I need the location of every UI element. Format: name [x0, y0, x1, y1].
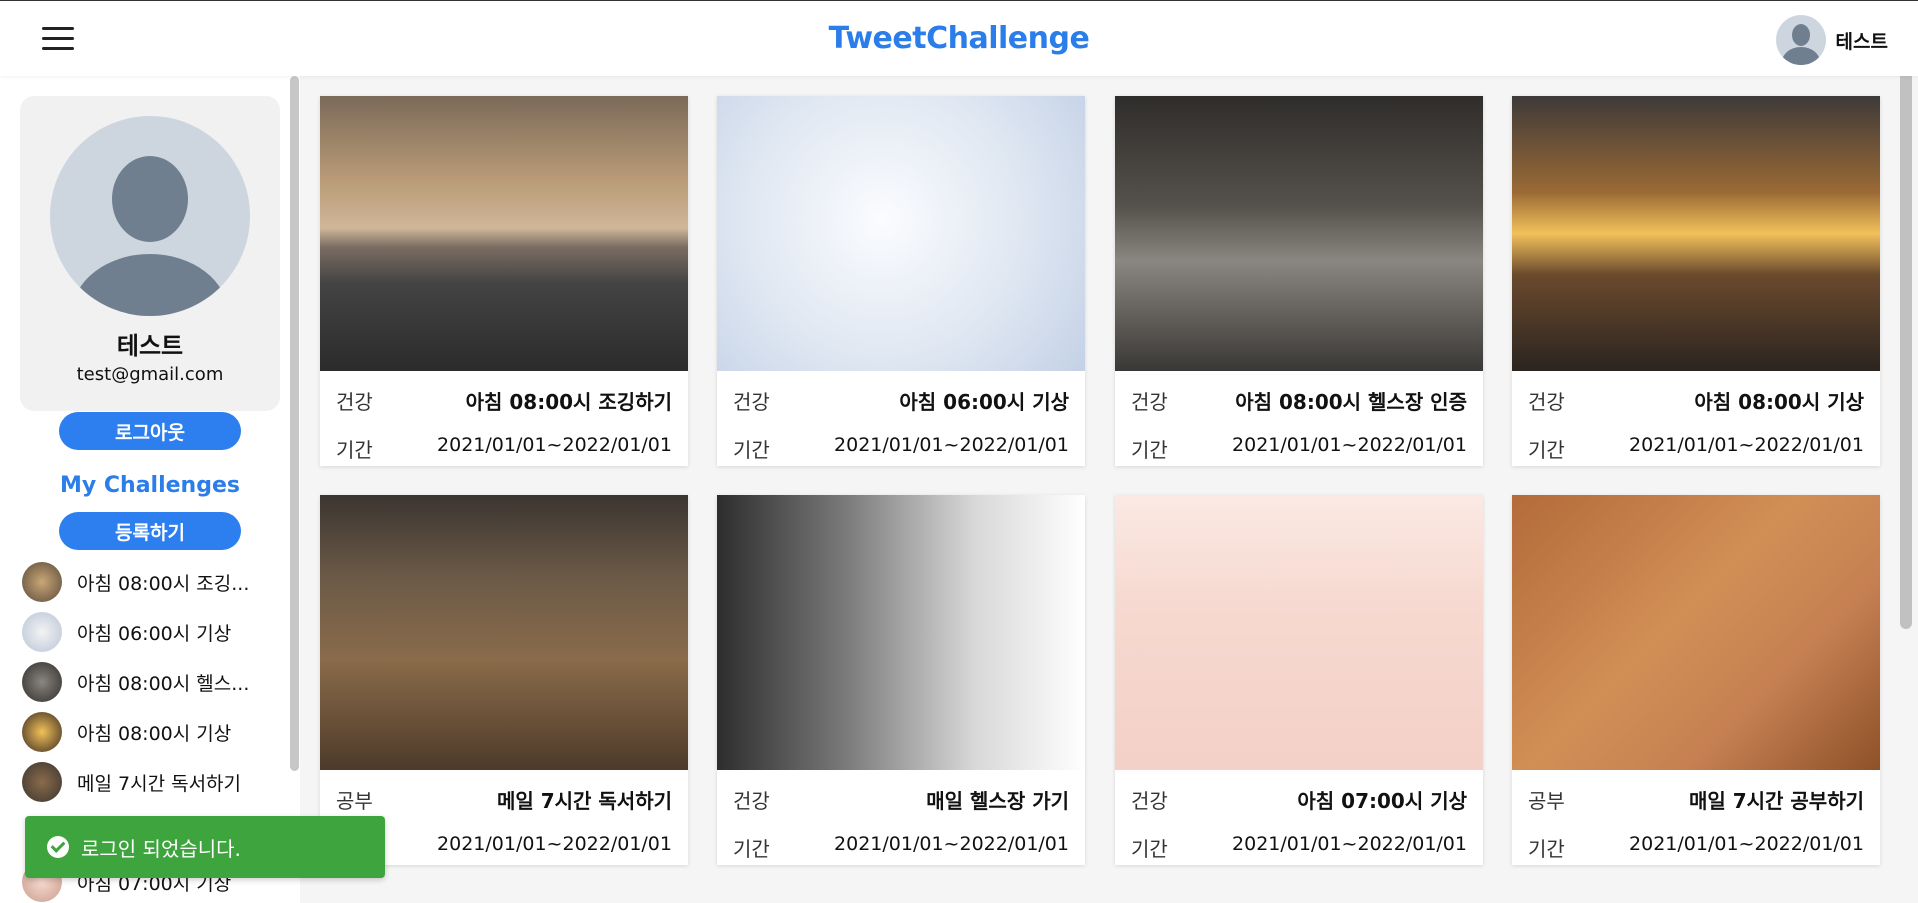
card-title: 아침 08:00시 헬스장 인증 — [1235, 390, 1467, 414]
card-category: 건강 — [1528, 390, 1565, 414]
header-user-name: 테스트 — [1835, 30, 1888, 53]
logout-button[interactable]: 로그아웃 — [59, 412, 241, 450]
my-challenges-title[interactable]: My Challenges — [0, 473, 300, 498]
challenge-card[interactable]: 건강 아침 08:00시 헬스장 인증 기간 2021/01/01~2022/0… — [1115, 96, 1483, 466]
user-avatar-icon — [1775, 15, 1826, 65]
challenge-card[interactable]: 건강 매일 헬스장 가기 기간 2021/01/01~2022/01/01 — [717, 495, 1085, 865]
sidebar-item-label: 아침 08:00시 기상 — [77, 722, 232, 745]
card-category: 건강 — [733, 789, 770, 813]
challenge-thumbnail — [22, 762, 62, 802]
app-brand[interactable]: TweetChallenge — [0, 21, 1918, 56]
card-dates: 2021/01/01~2022/01/01 — [1629, 833, 1864, 855]
main-scrollbar[interactable] — [1900, 17, 1912, 629]
challenge-card[interactable]: 건강 아침 07:00시 기상 기간 2021/01/01~2022/01/01 — [1115, 495, 1483, 865]
challenge-image — [320, 495, 688, 770]
challenge-image — [717, 96, 1085, 371]
challenge-card[interactable]: 건강 아침 08:00시 조깅하기 기간 2021/01/01~2022/01/… — [320, 96, 688, 466]
toast-message: 로그인 되었습니다. — [81, 836, 241, 861]
sidebar-item-label: 아침 08:00시 조깅... — [77, 572, 250, 595]
sidebar-item-challenge[interactable]: 아침 08:00시 기상 — [22, 710, 287, 754]
login-toast: 로그인 되었습니다. — [25, 816, 385, 878]
card-dates: 2021/01/01~2022/01/01 — [437, 833, 672, 855]
challenge-thumbnail — [22, 562, 62, 602]
card-title: 아침 08:00시 조깅하기 — [465, 390, 672, 414]
sidebar: 테스트 test@gmail.com 로그아웃 My Challenges 등록… — [0, 76, 300, 903]
card-category: 공부 — [336, 789, 373, 813]
card-category: 건강 — [1131, 390, 1168, 414]
sidebar-item-label: 아침 06:00시 기상 — [77, 622, 232, 645]
card-dates: 2021/01/01~2022/01/01 — [1232, 434, 1467, 456]
profile-email: test@gmail.com — [76, 364, 224, 385]
card-category: 공부 — [1528, 789, 1565, 813]
card-category: 건강 — [336, 390, 373, 414]
challenge-card[interactable]: 건강 아침 06:00시 기상 기간 2021/01/01~2022/01/01 — [717, 96, 1085, 466]
challenge-card[interactable]: 공부 매일 7시간 공부하기 기간 2021/01/01~2022/01/01 — [1512, 495, 1880, 865]
challenge-image — [1115, 495, 1483, 770]
register-button[interactable]: 등록하기 — [59, 512, 241, 550]
card-title: 메일 7시간 독서하기 — [496, 789, 672, 813]
card-dates: 2021/01/01~2022/01/01 — [437, 434, 672, 456]
challenge-thumbnail — [22, 662, 62, 702]
card-category: 건강 — [1131, 789, 1168, 813]
card-period-label: 기간 — [733, 438, 770, 462]
card-dates: 2021/01/01~2022/01/01 — [1232, 833, 1467, 855]
check-circle-icon — [47, 836, 69, 858]
sidebar-item-challenge[interactable]: 메일 7시간 독서하기 — [22, 760, 287, 804]
card-dates: 2021/01/01~2022/01/01 — [1629, 434, 1864, 456]
card-period-label: 기간 — [1528, 438, 1565, 462]
user-menu[interactable]: 테스트 — [1775, 15, 1888, 65]
card-title: 아침 08:00시 기상 — [1694, 390, 1864, 414]
card-period-label: 기간 — [1131, 438, 1168, 462]
sidebar-item-challenge[interactable]: 아침 08:00시 헬스... — [22, 660, 287, 704]
top-header: TweetChallenge 테스트 — [0, 0, 1918, 76]
challenge-thumbnail — [22, 712, 62, 752]
challenge-image — [1512, 96, 1880, 371]
sidebar-scrollbar[interactable] — [290, 76, 299, 771]
card-category: 건강 — [733, 390, 770, 414]
challenge-image — [1115, 96, 1483, 371]
card-title: 매일 헬스장 가기 — [926, 789, 1069, 813]
card-period-label: 기간 — [1131, 837, 1168, 861]
challenge-thumbnail — [22, 612, 62, 652]
sidebar-item-label: 아침 08:00시 헬스... — [77, 672, 250, 695]
card-dates: 2021/01/01~2022/01/01 — [834, 833, 1069, 855]
card-period-label: 기간 — [336, 438, 373, 462]
sidebar-item-label: 메일 7시간 독서하기 — [77, 772, 242, 795]
card-title: 아침 07:00시 기상 — [1297, 789, 1467, 813]
card-dates: 2021/01/01~2022/01/01 — [834, 434, 1069, 456]
challenge-card[interactable]: 공부 메일 7시간 독서하기 기간 2021/01/01~2022/01/01 — [320, 495, 688, 865]
profile-avatar-icon — [50, 116, 250, 316]
sidebar-item-challenge[interactable]: 아침 06:00시 기상 — [22, 610, 287, 654]
card-period-label: 기간 — [1528, 837, 1565, 861]
challenge-image — [1512, 495, 1880, 770]
challenge-image — [717, 495, 1085, 770]
challenge-image — [320, 96, 688, 371]
profile-card: 테스트 test@gmail.com — [20, 96, 280, 411]
sidebar-item-challenge[interactable]: 아침 08:00시 조깅... — [22, 560, 287, 604]
profile-name: 테스트 — [116, 332, 184, 360]
card-title: 아침 06:00시 기상 — [899, 390, 1069, 414]
card-period-label: 기간 — [733, 837, 770, 861]
card-title: 매일 7시간 공부하기 — [1688, 789, 1864, 813]
challenge-card[interactable]: 건강 아침 08:00시 기상 기간 2021/01/01~2022/01/01 — [1512, 96, 1880, 466]
